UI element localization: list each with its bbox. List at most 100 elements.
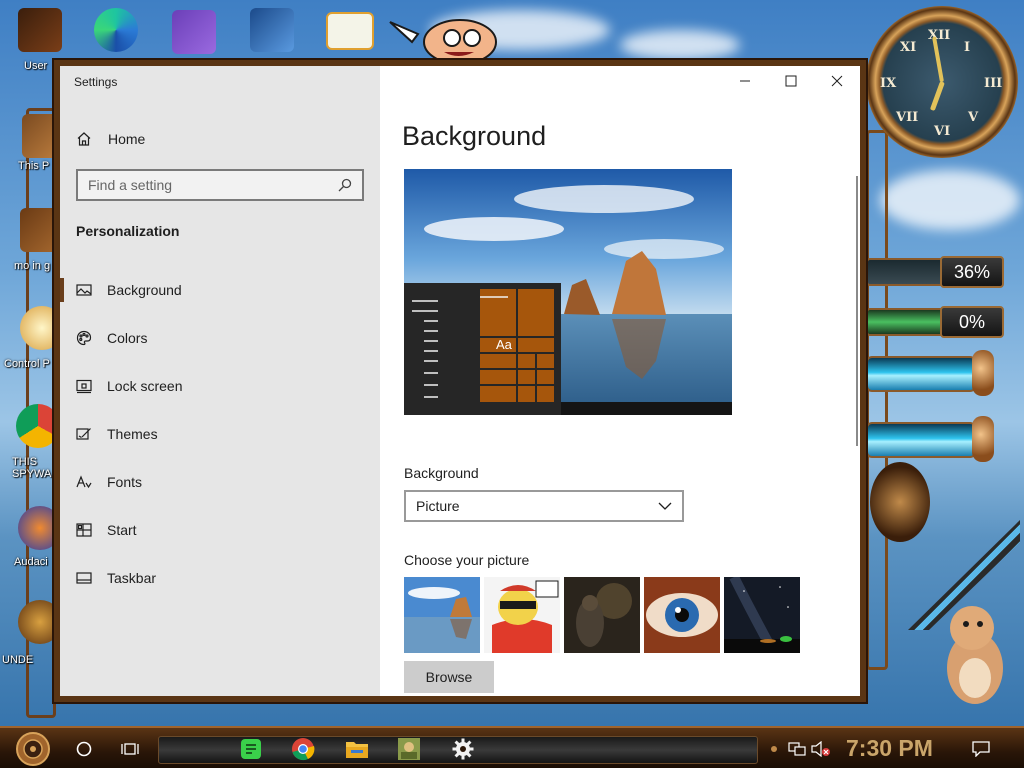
action-center-button[interactable] — [966, 734, 996, 764]
chrome-icon[interactable] — [16, 404, 60, 448]
desktop-icon-label: THIS SPYWA — [12, 456, 52, 480]
search-icon[interactable] — [338, 178, 352, 192]
sidebar-item-fonts[interactable]: Fonts — [60, 458, 380, 506]
taskbar: 7:30 PM — [0, 726, 1024, 768]
section-title: Personalization — [76, 223, 180, 239]
desktop-icon-label: User — [24, 60, 48, 72]
sidebar-item-label: Lock screen — [107, 378, 183, 394]
picture-thumbnails — [404, 577, 800, 653]
picture-thumbnail[interactable] — [404, 577, 480, 653]
sidebar-item-lock-screen[interactable]: Lock screen — [60, 362, 380, 410]
palette-icon — [76, 330, 92, 346]
taskbar-clock[interactable]: 7:30 PM — [846, 735, 933, 762]
settings-window: Settings Home Personalization — [60, 66, 860, 696]
home-icon — [77, 132, 91, 146]
folder-icon[interactable] — [20, 208, 64, 252]
sidebar: Settings Home Personalization — [60, 66, 380, 696]
choose-picture-label: Choose your picture — [404, 552, 530, 568]
minimize-button[interactable] — [722, 66, 768, 96]
tube-cap — [972, 350, 994, 396]
browse-button[interactable]: Browse — [404, 661, 494, 693]
taskbar-app[interactable] — [288, 734, 318, 764]
taskbar-app[interactable] — [394, 734, 424, 764]
tray-chevron-icon — [771, 746, 777, 752]
sidebar-item-label: Fonts — [107, 474, 143, 490]
cloud — [620, 30, 740, 60]
home-label: Home — [108, 131, 146, 147]
task-view-icon — [121, 743, 139, 755]
sidebar-item-colors[interactable]: Colors — [60, 314, 380, 362]
audacity-icon[interactable] — [18, 506, 62, 550]
start-button[interactable] — [10, 731, 56, 767]
speaker-muted-icon — [811, 741, 830, 757]
network-tray-button[interactable] — [786, 734, 808, 764]
taskbar-icon — [76, 572, 92, 584]
file-explorer-icon — [346, 742, 368, 758]
notes-app-icon — [241, 739, 261, 759]
app-title: Settings — [74, 75, 118, 89]
close-button[interactable] — [814, 66, 860, 96]
close-icon — [831, 75, 843, 87]
sidebar-item-label: Taskbar — [107, 570, 157, 586]
gauge-value: 0% — [940, 306, 1004, 338]
preview-image: Aa — [404, 169, 732, 415]
chrome-icon — [292, 738, 315, 761]
edge-icon[interactable] — [94, 8, 138, 52]
gear-desktop-icon[interactable] — [18, 600, 62, 644]
settings-gear-icon — [452, 738, 474, 760]
task-view-button[interactable] — [116, 734, 144, 764]
user-folder-icon[interactable] — [18, 8, 62, 52]
fonts-icon — [76, 475, 92, 489]
sidebar-item-label: Start — [107, 522, 137, 538]
hamster-image — [942, 598, 1008, 706]
taskbar-app[interactable] — [448, 734, 478, 764]
desktop-icon-label: UNDE — [2, 654, 34, 666]
background-type-dropdown[interactable]: Picture — [404, 490, 684, 522]
sidebar-item-label: Background — [107, 282, 182, 298]
taskbar-app[interactable] — [342, 734, 372, 764]
maximize-button[interactable] — [768, 66, 814, 96]
virtualbox-icon[interactable] — [250, 8, 294, 52]
cloud — [880, 170, 1020, 230]
glass-tube — [866, 422, 976, 458]
preview-sample-text: Aa — [496, 337, 513, 352]
content-pane: Background Aa Background Picture Choose … — [380, 66, 860, 696]
picture-thumbnail[interactable] — [724, 577, 800, 653]
visual-studio-icon[interactable] — [172, 10, 216, 54]
cartoon-character-icon[interactable] — [388, 12, 504, 68]
scrollbar[interactable] — [856, 176, 858, 446]
cortana-circle-icon — [76, 741, 92, 757]
search-input[interactable] — [88, 177, 338, 193]
picture-thumbnail[interactable] — [644, 577, 720, 653]
tube-cap — [972, 416, 994, 462]
nav-list: Background Colors Lock screen Themes Fon… — [60, 266, 380, 602]
volume-tray-button[interactable] — [810, 734, 832, 764]
search-box[interactable] — [76, 169, 364, 201]
background-preview: Aa — [404, 169, 732, 415]
control-panel-icon[interactable] — [20, 306, 64, 350]
glass-tube — [866, 356, 976, 392]
taskbar-app[interactable] — [236, 734, 266, 764]
home-nav-item[interactable]: Home — [76, 128, 145, 150]
gear-ornament — [870, 462, 930, 542]
sidebar-item-label: Themes — [107, 426, 158, 442]
network-icon — [788, 742, 806, 756]
search-button[interactable] — [70, 734, 98, 764]
sidebar-item-label: Colors — [107, 330, 148, 346]
sidebar-item-taskbar[interactable]: Taskbar — [60, 554, 380, 602]
themes-icon — [76, 428, 91, 440]
desktop-icon-label: mo in g — [14, 260, 51, 272]
picture-icon — [76, 284, 92, 296]
desktop-icon-label: Control P — [4, 358, 50, 370]
sidebar-item-start[interactable]: Start — [60, 506, 380, 554]
notification-icon — [972, 741, 990, 757]
picture-thumbnail[interactable] — [484, 577, 560, 653]
hxd-icon[interactable] — [326, 12, 374, 50]
background-label: Background — [404, 465, 479, 481]
show-hidden-icons-button[interactable] — [764, 734, 784, 764]
minimize-icon — [740, 80, 750, 82]
sidebar-item-background[interactable]: Background — [60, 266, 380, 314]
picture-thumbnail[interactable] — [564, 577, 640, 653]
sidebar-item-themes[interactable]: Themes — [60, 410, 380, 458]
desktop-icon-label: This P — [18, 160, 50, 172]
